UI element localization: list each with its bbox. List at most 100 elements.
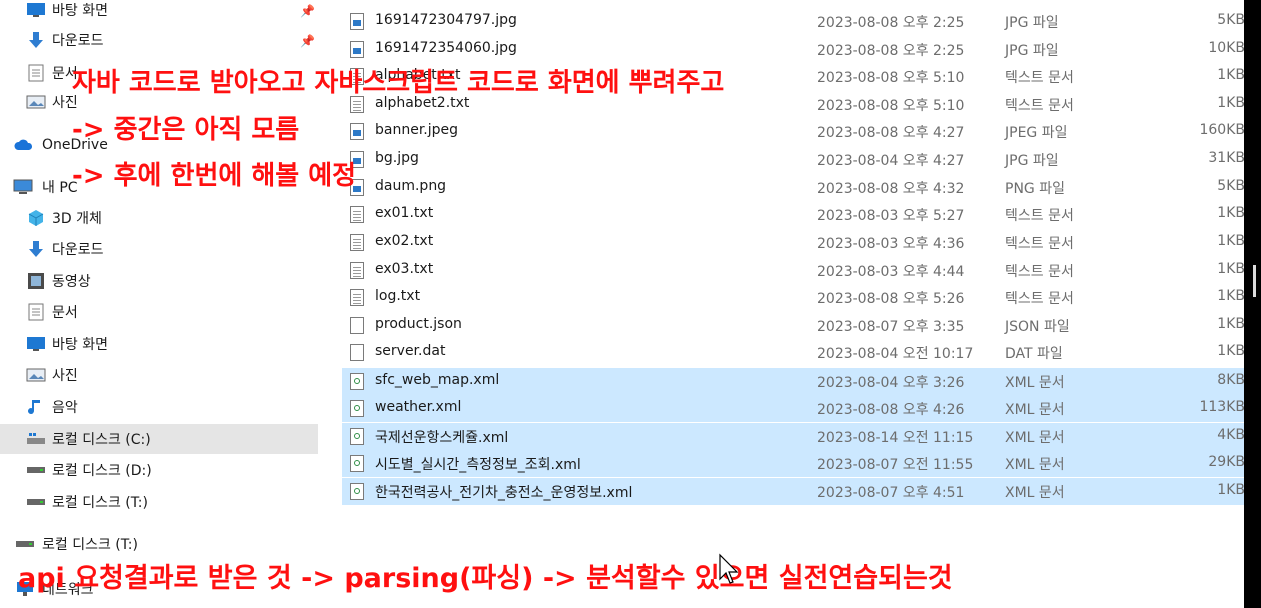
computer-icon: [13, 178, 33, 196]
file-row[interactable]: 1691472354060.jpg 2023-08-08 오후 2:25 JPG 파…: [342, 36, 1245, 63]
file-size: 1KB: [1217, 205, 1245, 221]
file-row[interactable]: product.json 2023-08-07 오후 3:35 JSON 파일 1KB: [342, 312, 1245, 339]
text-file-icon: [350, 234, 364, 251]
nav-local-disk-t-root[interactable]: 로컬 디스크 (T:): [0, 529, 318, 559]
image-file-icon: [350, 41, 364, 58]
drive-icon: [26, 493, 46, 511]
file-date: 2023-08-08 오후 5:10: [817, 70, 965, 86]
nav-desktop[interactable]: 바탕 화면: [0, 329, 318, 359]
file-row[interactable]: server.dat 2023-08-04 오전 10:17 DAT 파일 1KB: [342, 339, 1245, 366]
file-row[interactable]: ex01.txt 2023-08-03 오후 5:27 텍스트 문서 1KB: [342, 201, 1245, 228]
file-name: 1691472354060.jpg: [375, 40, 517, 56]
scrollbar-thumb[interactable]: [1253, 265, 1256, 297]
file-size: 5KB: [1217, 178, 1245, 194]
nav-quick-downloads[interactable]: 다운로드 📌: [0, 25, 318, 55]
file-name: 한국전력공사_전기차_충전소_운영정보.xml: [375, 485, 633, 501]
file-row[interactable]: 시도별_실시간_측정정보_조회.xml 2023-08-07 오전 11:55 XM…: [342, 450, 1245, 477]
nav-local-disk-d[interactable]: 로컬 디스크 (D:): [0, 455, 318, 485]
file-row[interactable]: ex02.txt 2023-08-03 오후 4:36 텍스트 문서 1KB: [342, 229, 1245, 256]
file-name: 국제선운항스케쥴.xml: [375, 430, 509, 446]
windows-drive-icon: [26, 430, 46, 448]
file-row[interactable]: bg.jpg 2023-08-04 오후 4:27 JPG 파일 31KB: [342, 146, 1245, 173]
file-size: 4KB: [1217, 427, 1245, 443]
annotation-line-3: -> 후에 한번에 해볼 예정: [72, 161, 357, 191]
xml-file-icon: [350, 400, 364, 417]
file-date: 2023-08-08 오후 4:27: [817, 125, 965, 141]
file-name: bg.jpg: [375, 150, 419, 166]
file-date: 2023-08-07 오후 4:51: [817, 485, 965, 501]
file-type: 텍스트 문서: [1005, 208, 1074, 224]
nav-music[interactable]: 음악: [0, 392, 318, 422]
file-date: 2023-08-04 오후 3:26: [817, 375, 965, 391]
xml-file-icon: [350, 373, 364, 390]
file-row[interactable]: weather.xml 2023-08-08 오후 4:26 XML 문서 113KB: [342, 395, 1245, 422]
pictures-icon: [26, 366, 46, 384]
blank-file-icon: [350, 317, 364, 334]
file-name: weather.xml: [375, 399, 462, 415]
pictures-icon: [26, 93, 46, 111]
file-type: 텍스트 문서: [1005, 70, 1074, 86]
file-type: XML 문서: [1005, 485, 1065, 501]
window-edge: [1244, 0, 1261, 608]
file-name: 시도별_실시간_측정정보_조회.xml: [375, 457, 581, 473]
file-size: 5KB: [1217, 12, 1245, 28]
file-size: 31KB: [1208, 150, 1245, 166]
document-icon: [26, 303, 46, 321]
file-size: 1KB: [1217, 67, 1245, 83]
file-name: daum.png: [375, 178, 447, 194]
file-date: 2023-08-04 오전 10:17: [817, 346, 974, 362]
file-name: banner.jpeg: [375, 122, 459, 138]
file-row[interactable]: 국제선운항스케쥴.xml 2023-08-14 오전 11:15 XML 문서 4KB: [342, 423, 1245, 450]
file-row[interactable]: sfc_web_map.xml 2023-08-04 오후 3:26 XML 문서 8…: [342, 368, 1245, 395]
text-file-icon: [350, 289, 364, 306]
file-date: 2023-08-08 오후 2:25: [817, 43, 965, 59]
file-size: 160KB: [1199, 122, 1245, 138]
file-size: 29KB: [1208, 454, 1245, 470]
nav-local-disk-c[interactable]: 로컬 디스크 (C:): [0, 424, 318, 454]
file-size: 1KB: [1217, 316, 1245, 332]
cube-3d-icon: [26, 209, 46, 227]
file-type: XML 문서: [1005, 402, 1065, 418]
file-type: XML 문서: [1005, 457, 1065, 473]
nav-pictures[interactable]: 사진: [0, 360, 318, 390]
drive-icon: [26, 461, 46, 479]
file-name: 1691472304797.jpg: [375, 12, 517, 28]
file-row[interactable]: log.txt 2023-08-08 오후 5:26 텍스트 문서 1KB: [342, 284, 1245, 311]
nav-3d-objects[interactable]: 3D 개체: [0, 203, 318, 233]
nav-quick-desktop[interactable]: 바탕 화면 📌: [0, 0, 318, 25]
file-date: 2023-08-08 오후 5:26: [817, 291, 965, 307]
image-file-icon: [350, 123, 364, 140]
file-size: 10KB: [1208, 40, 1245, 56]
file-date: 2023-08-03 오후 5:27: [817, 208, 965, 224]
file-type: JPG 파일: [1005, 43, 1059, 59]
file-date: 2023-08-08 오후 4:32: [817, 181, 965, 197]
nav-downloads[interactable]: 다운로드: [0, 234, 318, 264]
nav-videos[interactable]: 동영상: [0, 266, 318, 296]
file-date: 2023-08-04 오후 4:27: [817, 153, 965, 169]
file-date: 2023-08-03 오후 4:36: [817, 236, 965, 252]
mouse-cursor-icon: [719, 553, 739, 584]
nav-documents[interactable]: 문서: [0, 297, 318, 327]
file-row[interactable]: daum.png 2023-08-08 오후 4:32 PNG 파일 5KB: [342, 174, 1245, 201]
file-type: XML 문서: [1005, 430, 1065, 446]
nav-local-disk-t[interactable]: 로컬 디스크 (T:): [0, 487, 318, 517]
file-row[interactable]: 한국전력공사_전기차_충전소_운영정보.xml 2023-08-07 오후 4:5…: [342, 478, 1245, 505]
annotation-line-4: api 요청결과로 받은 것 -> parsing(파싱) -> 분석할수 있으…: [18, 563, 953, 594]
file-date: 2023-08-08 오후 4:26: [817, 402, 965, 418]
xml-file-icon: [350, 428, 364, 445]
file-row[interactable]: banner.jpeg 2023-08-08 오후 4:27 JPEG 파일 160K…: [342, 118, 1245, 145]
desktop-icon: [26, 335, 46, 353]
file-row[interactable]: 1691472304797.jpg 2023-08-08 오후 2:25 JPG 파…: [342, 8, 1245, 35]
drive-icon: [15, 535, 35, 553]
file-type: JPEG 파일: [1005, 125, 1068, 141]
file-type: 텍스트 문서: [1005, 236, 1074, 252]
file-date: 2023-08-08 오후 5:10: [817, 98, 965, 114]
file-row[interactable]: ex03.txt 2023-08-03 오후 4:44 텍스트 문서 1KB: [342, 257, 1245, 284]
file-name: ex03.txt: [375, 261, 434, 277]
file-size: 1KB: [1217, 288, 1245, 304]
file-size: 1KB: [1217, 343, 1245, 359]
image-file-icon: [350, 13, 364, 30]
file-name: product.json: [375, 316, 462, 332]
file-type: PNG 파일: [1005, 181, 1065, 197]
file-size: 1KB: [1217, 261, 1245, 277]
